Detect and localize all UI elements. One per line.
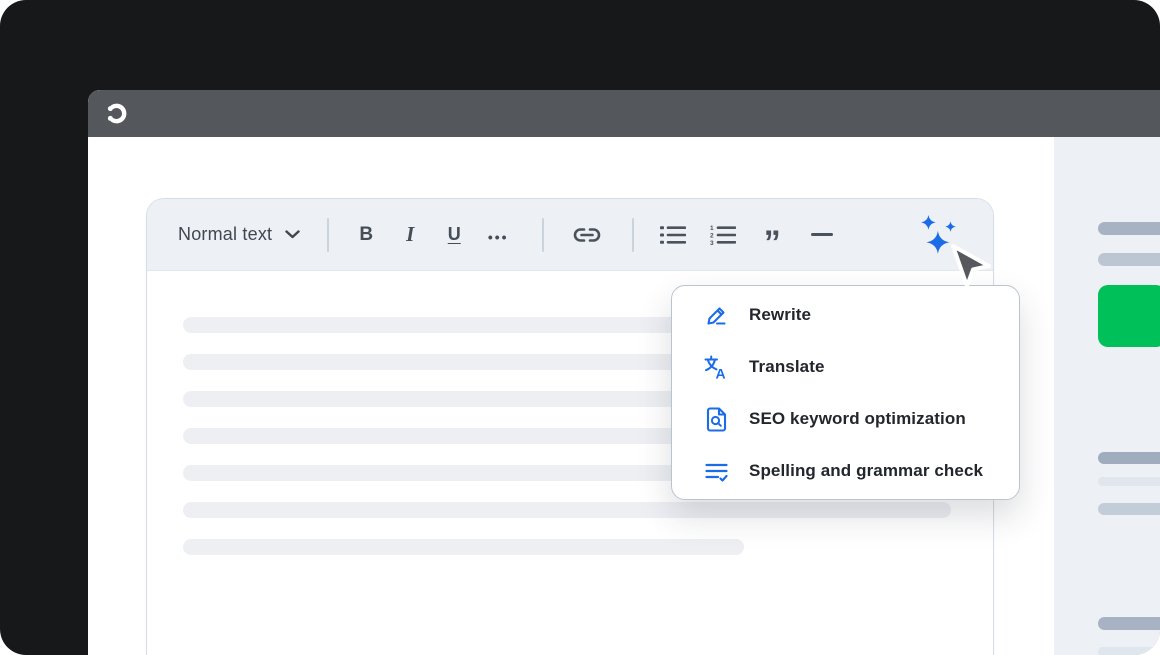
bullet-list-button[interactable] — [647, 213, 697, 257]
pencil-icon — [707, 306, 726, 325]
formatting-toolbar: Normal text B I U ••• 1 2 3 ” — [147, 199, 993, 271]
document-search-icon — [706, 406, 727, 432]
mouse-cursor-icon — [951, 244, 991, 288]
sidebar-skeleton-bar — [1098, 253, 1160, 266]
insert-link-button[interactable] — [565, 213, 609, 257]
dark-backdrop: Normal text B I U ••• 1 2 3 ” Rewrite A … — [0, 0, 1160, 655]
toolbar-separator — [632, 217, 635, 252]
ai-menu-item-label: Spelling and grammar check — [749, 461, 984, 480]
ai-menu-item-translate[interactable]: A Translate — [672, 341, 1019, 393]
bullet-list-icon — [659, 225, 686, 244]
document-skeleton-line — [183, 539, 744, 555]
hero-illustration: Normal text B I U ••• 1 2 3 ” Rewrite A … — [0, 0, 1160, 655]
sidebar-skeleton-bar — [1098, 503, 1160, 515]
blockquote-button[interactable]: ” — [747, 213, 797, 260]
horizontal-rule-button[interactable] — [797, 213, 847, 257]
paragraph-style-select[interactable]: Normal text — [178, 213, 300, 257]
svg-text:1: 1 — [710, 225, 714, 232]
sidebar-skeleton-bar — [1098, 477, 1160, 486]
paragraph-style-value: Normal text — [178, 224, 273, 244]
document-skeleton-line — [183, 502, 951, 518]
toolbar-separator — [542, 217, 545, 252]
right-sidebar — [1054, 137, 1160, 655]
horizontal-rule-icon — [811, 233, 834, 236]
bold-button[interactable]: B — [344, 213, 388, 257]
ai-menu-item-label: Rewrite — [749, 305, 812, 324]
chevron-down-icon — [285, 230, 300, 239]
sidebar-skeleton-bar — [1098, 452, 1160, 464]
underline-button[interactable]: U — [432, 213, 476, 257]
ai-menu-item-seo[interactable]: SEO keyword optimization — [672, 393, 1019, 445]
sidebar-skeleton-bar — [1098, 617, 1160, 630]
numbered-list-icon: 1 2 3 — [710, 225, 736, 246]
c-logo-icon — [107, 103, 127, 124]
editor-window: Normal text B I U ••• 1 2 3 ” Rewrite A … — [88, 90, 1160, 655]
svg-text:3: 3 — [710, 240, 714, 246]
translate-icon: A — [704, 355, 726, 381]
toolbar-separator — [327, 217, 330, 252]
sidebar-cta-button[interactable] — [1098, 285, 1160, 347]
ai-menu-item-rewrite[interactable]: Rewrite — [672, 289, 1019, 341]
ai-menu-item-label: Translate — [749, 357, 825, 376]
svg-text:A: A — [716, 365, 726, 381]
more-formatting-button[interactable]: ••• — [476, 213, 520, 257]
numbered-list-button[interactable]: 1 2 3 — [697, 213, 747, 257]
grammar-check-icon — [705, 463, 728, 482]
svg-text:2: 2 — [710, 232, 714, 239]
link-icon — [574, 227, 601, 242]
sidebar-skeleton-bar — [1098, 222, 1160, 235]
ai-menu: Rewrite A Translate SEO keyword optimiza… — [671, 285, 1020, 500]
ai-menu-item-label: SEO keyword optimization — [749, 409, 966, 428]
sidebar-skeleton-bar — [1098, 647, 1160, 655]
italic-button[interactable]: I — [388, 213, 432, 257]
ai-menu-item-grammar[interactable]: Spelling and grammar check — [672, 445, 1019, 497]
window-titlebar — [88, 90, 1160, 137]
